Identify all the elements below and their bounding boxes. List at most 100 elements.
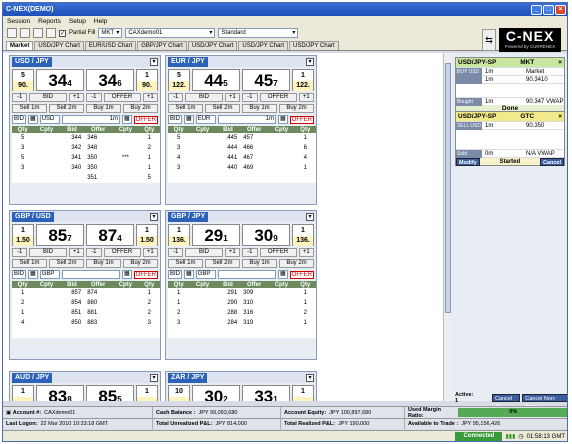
bid-button[interactable]: BID [185, 93, 223, 102]
panel-menu-icon[interactable]: ▾ [306, 212, 314, 221]
buy-1m-button[interactable]: Buy 1m [242, 104, 277, 113]
book-row[interactable]: 3 342 348 2 [12, 143, 160, 153]
minus-one-button[interactable]: -1 [86, 248, 102, 257]
book-row[interactable]: 1 291 309 1 [168, 288, 316, 298]
pair-title[interactable]: ZAR / JPY [168, 372, 208, 383]
calculator-icon[interactable]: ▦ [121, 115, 132, 124]
amount-field[interactable]: 1m [61, 115, 120, 124]
buy-2m-button[interactable]: Buy 2m [123, 104, 158, 113]
book-row[interactable]: 3 340 350 1 [12, 163, 160, 173]
minus-one-button[interactable]: -1 [242, 248, 258, 257]
tab-chart-4[interactable]: USD/JPY Chart [187, 41, 238, 50]
bid-label[interactable]: BID [12, 270, 27, 279]
book-row[interactable]: 3 444 466 6 [168, 143, 316, 153]
sell-1m-button[interactable]: Sell 1m [12, 104, 47, 113]
order-type-select[interactable]: MKT ▾ [98, 28, 123, 38]
cancel-order-button[interactable]: Cancel [539, 157, 564, 166]
pair-title[interactable]: USD / JPY [12, 56, 52, 67]
offer-label[interactable]: OFFER [133, 270, 158, 279]
buy-1m-button[interactable]: Buy 1m [242, 259, 277, 268]
minus-one-button[interactable]: -1 [86, 93, 102, 102]
currency-field[interactable]: GBP [39, 270, 60, 279]
view-select[interactable]: Standard ▾ [218, 28, 299, 38]
close-icon[interactable]: × [558, 113, 562, 120]
minus-one-button[interactable]: -1 [12, 93, 28, 102]
bid-price-button[interactable]: 838 [36, 385, 84, 401]
sell-1m-button[interactable]: Sell 1m [168, 104, 203, 113]
calculator-icon[interactable]: ▦ [28, 115, 38, 124]
sell-2m-button[interactable]: Sell 2m [49, 259, 84, 268]
ask-price-button[interactable]: 346 [86, 69, 134, 91]
minus-one-button[interactable]: -1 [12, 248, 28, 257]
sell-2m-button[interactable]: Sell 2m [205, 259, 240, 268]
panel-menu-icon[interactable]: ▾ [150, 212, 158, 221]
cancel-all-button[interactable]: Cancel All [491, 394, 521, 410]
bid-label[interactable]: BID [168, 270, 183, 279]
book-row[interactable]: 2 854 880 2 [12, 298, 160, 308]
bid-price-button[interactable]: 302 [192, 385, 240, 401]
book-row[interactable]: 3 284 319 1 [168, 318, 316, 328]
buy-1m-button[interactable]: Buy 1m [86, 259, 121, 268]
amount-field[interactable]: 1m [217, 115, 276, 124]
currency-field[interactable]: GBP [195, 270, 216, 279]
offer-label[interactable]: OFFER [289, 270, 314, 279]
bid-button[interactable]: BID [29, 93, 67, 102]
plus-one-button[interactable]: +1 [142, 93, 159, 102]
book-row[interactable]: 4 441 467 4 [168, 153, 316, 163]
close-button[interactable]: × [555, 4, 566, 15]
vertical-scrollbar[interactable] [443, 53, 451, 401]
bid-price-button[interactable]: 291 [192, 224, 240, 246]
pair-title[interactable]: EUR / JPY [168, 56, 208, 67]
offer-button[interactable]: OFFER [103, 248, 141, 257]
panel-menu-icon[interactable]: ▾ [306, 373, 314, 382]
buy-2m-button[interactable]: Buy 2m [123, 259, 158, 268]
plus-one-button[interactable]: +1 [298, 248, 315, 257]
ask-price-button[interactable]: 874 [86, 224, 134, 246]
calculator-icon[interactable]: ▦ [277, 270, 288, 279]
book-row[interactable]: 1 290 310 1 [168, 298, 316, 308]
menu-setup[interactable]: Setup [69, 18, 86, 25]
offer-label[interactable]: OFFER [133, 115, 158, 124]
book-row[interactable]: 4 850 883 3 [12, 318, 160, 328]
sell-2m-button[interactable]: Sell 2m [49, 104, 84, 113]
offer-button[interactable]: OFFER [103, 93, 141, 102]
book-row[interactable]: 1 851 881 2 [12, 308, 160, 318]
plus-one-button[interactable]: +1 [224, 248, 241, 257]
plus-one-button[interactable]: +1 [68, 93, 85, 102]
menu-help[interactable]: Help [94, 18, 107, 25]
book-row[interactable]: 5 344 346 1 [12, 133, 160, 143]
minimize-button[interactable]: _ [531, 4, 542, 15]
bid-label[interactable]: BID [168, 115, 183, 124]
tab-chart-5[interactable]: USD/JPY Chart [238, 41, 288, 50]
book-row[interactable]: 351 5 [12, 173, 160, 183]
plus-one-button[interactable]: +1 [68, 248, 85, 257]
calculator-icon[interactable]: ▦ [121, 270, 132, 279]
ask-price-button[interactable]: 855 [86, 385, 134, 401]
amount-field[interactable] [61, 270, 120, 279]
currency-field[interactable]: USD [39, 115, 60, 124]
pair-title[interactable]: AUD / JPY [12, 372, 53, 383]
currency-field[interactable]: EUR [195, 115, 216, 124]
panel-menu-icon[interactable]: ▾ [306, 57, 314, 66]
sell-2m-button[interactable]: Sell 2m [205, 104, 240, 113]
tab-market[interactable]: Market [6, 41, 34, 50]
calculator-icon[interactable]: ▦ [28, 270, 38, 279]
bid-price-button[interactable]: 344 [36, 69, 84, 91]
minus-one-button[interactable]: -1 [168, 248, 184, 257]
plus-one-button[interactable]: +1 [142, 248, 159, 257]
plus-one-button[interactable]: +1 [298, 93, 315, 102]
sell-1m-button[interactable]: Sell 1m [12, 259, 47, 268]
plus-one-button[interactable]: +1 [224, 93, 241, 102]
panel-menu-icon[interactable]: ▾ [150, 373, 158, 382]
help-icon[interactable] [46, 28, 56, 38]
window-icon[interactable] [20, 28, 30, 38]
maximize-button[interactable]: □ [543, 4, 554, 15]
calculator-icon[interactable]: ▦ [184, 270, 194, 279]
panel-menu-icon[interactable]: ▾ [150, 57, 158, 66]
modify-button[interactable]: Modify [456, 157, 480, 166]
refresh-icon[interactable] [33, 28, 43, 38]
buy-2m-button[interactable]: Buy 2m [279, 104, 314, 113]
book-row[interactable]: 5 445 457 1 [168, 133, 316, 143]
tab-chart-1[interactable]: USD/JPY Chart [34, 41, 84, 50]
ask-price-button[interactable]: 331 [242, 385, 290, 401]
